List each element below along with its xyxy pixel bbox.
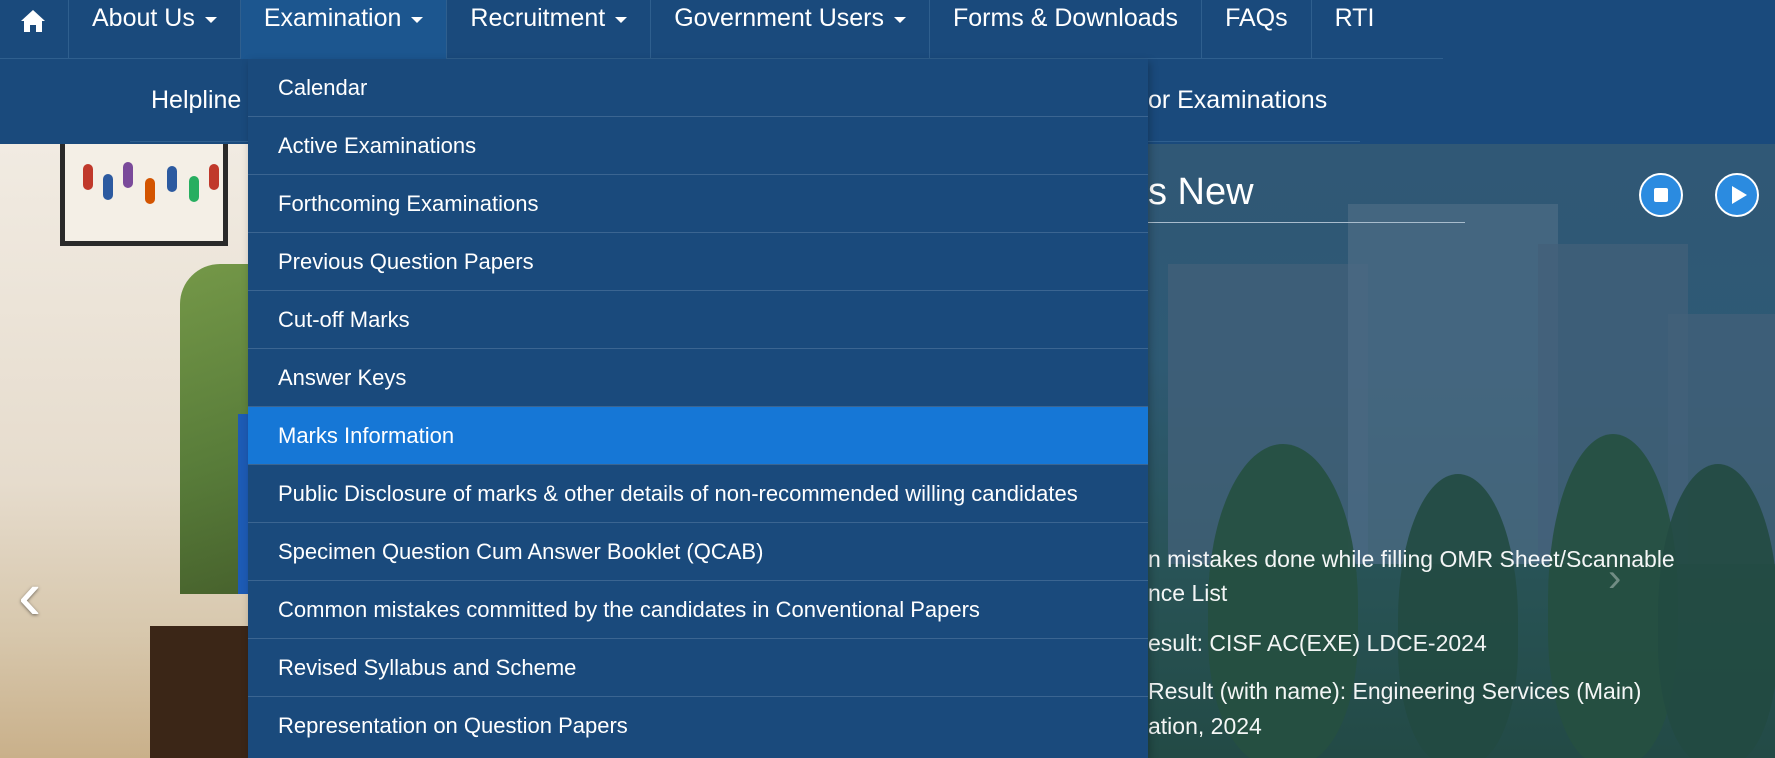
menu-item-answer-keys[interactable]: Answer Keys	[248, 349, 1148, 407]
nav-about-us[interactable]: About Us	[69, 0, 241, 59]
menu-item-calendar[interactable]: Calendar	[248, 59, 1148, 117]
menu-item-active-examinations[interactable]: Active Examinations	[248, 117, 1148, 175]
nav-about-us-label: About Us	[92, 4, 195, 32]
nav-examination[interactable]: Examination	[240, 0, 448, 59]
hero-image-right	[1148, 144, 1775, 758]
helpline-link[interactable]: Helpline	[151, 86, 241, 115]
play-button[interactable]	[1715, 173, 1759, 217]
chevron-right-icon[interactable]: ›	[1608, 556, 1621, 601]
news-item-line[interactable]: nce List	[1148, 580, 1227, 607]
hero-image-left	[0, 144, 250, 758]
news-item-line[interactable]: ation, 2024	[1148, 713, 1262, 740]
nav-rti[interactable]: RTI	[1312, 0, 1398, 59]
news-item-line[interactable]: esult: CISF AC(EXE) LDCE-2024	[1148, 630, 1487, 657]
caret-down-icon	[411, 17, 424, 23]
nav-forms-downloads-label: Forms & Downloads	[952, 4, 1179, 32]
menu-item-forthcoming-examinations[interactable]: Forthcoming Examinations	[248, 175, 1148, 233]
menu-item-marks-information[interactable]: Marks Information	[248, 407, 1148, 465]
news-item-line[interactable]: n mistakes done while filling OMR Sheet/…	[1148, 546, 1675, 573]
menu-item-previous-question-papers[interactable]: Previous Question Papers	[248, 233, 1148, 291]
home-icon	[21, 10, 45, 32]
examinations-link[interactable]: for Examinations	[1141, 86, 1327, 115]
menu-item-representation[interactable]: Representation on Question Papers	[248, 697, 1148, 755]
top-navigation-list: About Us Examination Recruitment Governm…	[0, 0, 1443, 59]
menu-item-common-mistakes[interactable]: Common mistakes committed by the candida…	[248, 581, 1148, 639]
nav-government-users[interactable]: Government Users	[651, 0, 930, 59]
wall-painting	[60, 144, 228, 246]
caret-down-icon	[893, 17, 906, 23]
menu-item-specimen-qcab[interactable]: Specimen Question Cum Answer Booklet (QC…	[248, 523, 1148, 581]
nav-recruitment[interactable]: Recruitment	[447, 0, 652, 59]
top-navigation: About Us Examination Recruitment Governm…	[0, 0, 1775, 59]
menu-item-revised-syllabus[interactable]: Revised Syllabus and Scheme	[248, 639, 1148, 697]
whats-new-underline	[1148, 222, 1465, 223]
menu-item-public-disclosure[interactable]: Public Disclosure of marks & other detai…	[248, 465, 1148, 523]
nav-government-users-label: Government Users	[674, 4, 884, 32]
stop-icon	[1654, 188, 1668, 202]
whats-new-title: s New	[1148, 171, 1254, 213]
caret-down-icon	[204, 17, 217, 23]
desk	[150, 626, 250, 758]
nav-faqs-label: FAQs	[1225, 4, 1288, 32]
nav-faqs[interactable]: FAQs	[1202, 0, 1312, 59]
nav-rti-label: RTI	[1334, 4, 1375, 32]
nav-forms-downloads[interactable]: Forms & Downloads	[930, 0, 1203, 59]
play-icon	[1731, 186, 1747, 204]
stop-button[interactable]	[1639, 173, 1683, 217]
home-link[interactable]	[0, 0, 69, 59]
nav-examination-label: Examination	[263, 4, 402, 32]
caret-down-icon	[615, 17, 628, 23]
examination-dropdown-menu: Calendar Active Examinations Forthcoming…	[248, 59, 1148, 758]
news-item-line[interactable]: Result (with name): Engineering Services…	[1148, 678, 1641, 705]
page: About Us Examination Recruitment Governm…	[0, 0, 1775, 758]
chevron-left-icon[interactable]: ‹	[18, 560, 41, 630]
menu-item-cut-off-marks[interactable]: Cut-off Marks	[248, 291, 1148, 349]
nav-recruitment-label: Recruitment	[470, 4, 606, 32]
